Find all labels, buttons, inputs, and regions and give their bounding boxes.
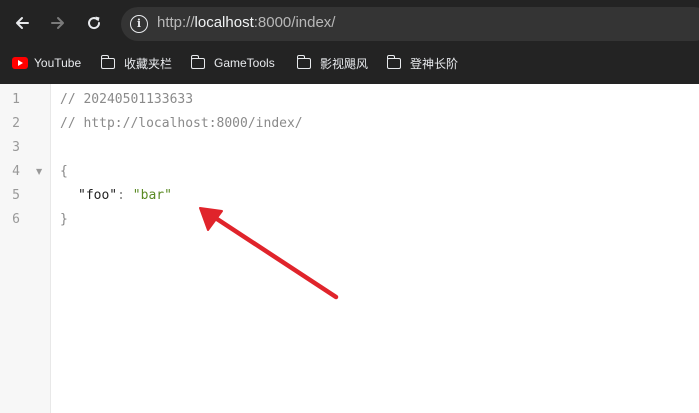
bookmark-label: GameTools (214, 56, 275, 70)
arrow-shaft (211, 214, 339, 300)
folder-icon (296, 54, 311, 69)
bookmark-mediastorm-folder[interactable]: 影视飓风 (296, 53, 369, 73)
bookmark-youtube[interactable]: YouTube (12, 53, 81, 73)
line-number: 1 (12, 92, 20, 107)
bookmark-gametools-folder[interactable]: GameTools (190, 53, 275, 73)
bookmark-label: 影视飓风 (320, 56, 369, 71)
url-scheme: http:// (157, 14, 195, 31)
bookmark-label: 收藏夹栏 (124, 56, 173, 71)
close-brace: } (60, 212, 68, 227)
arrow-right-icon (51, 17, 64, 29)
comment-url: // http://localhost:8000/index/ (60, 116, 303, 131)
url-host: localhost (194, 14, 254, 31)
folder-icon (190, 54, 205, 69)
comment-timestamp: // 20240501133633 (60, 92, 194, 107)
line-number: 5 (12, 188, 20, 203)
site-info-icon[interactable]: i (130, 15, 148, 33)
reload-icon (88, 16, 101, 30)
bookmarks-bar: YouTube 收藏夹栏 GameTools 影视飓风 登神长阶 (0, 49, 699, 79)
reload-button[interactable] (81, 10, 107, 36)
arrow-left-icon (16, 17, 29, 29)
line-number: 3 (12, 140, 20, 155)
open-brace: { (60, 164, 68, 179)
json-key: "foo" (78, 188, 118, 203)
fold-toggle-icon[interactable]: ▼ (36, 160, 42, 184)
address-bar[interactable]: i http://localhost:8000/index/ (121, 7, 699, 41)
line-number-gutter: 1 2 3 4 ▼ 5 6 (0, 84, 51, 413)
bookmark-label: 登神长阶 (410, 56, 459, 71)
line-number: 2 (12, 116, 20, 131)
url-text[interactable]: http://localhost:8000/index/ (157, 14, 335, 31)
json-colon: : (117, 188, 133, 203)
browser-chrome: i http://localhost:8000/index/ YouTube 收… (0, 0, 699, 84)
line-number: 4 (12, 164, 20, 179)
folder-icon (386, 54, 401, 69)
json-entry: "foo": "bar" (78, 184, 172, 208)
json-value: "bar" (132, 188, 172, 203)
url-path: :8000/index/ (253, 14, 336, 31)
bookmark-favorites-folder[interactable]: 收藏夹栏 (100, 53, 173, 73)
folder-icon (100, 54, 115, 69)
bookmark-label: YouTube (34, 56, 82, 70)
bookmark-ascension-folder[interactable]: 登神长阶 (386, 53, 459, 73)
forward-button[interactable] (45, 10, 71, 36)
youtube-icon (12, 57, 28, 69)
line-number: 6 (12, 212, 20, 227)
arrow-head (199, 207, 223, 231)
back-button[interactable] (9, 10, 35, 36)
browser-toolbar: i http://localhost:8000/index/ (0, 0, 699, 48)
